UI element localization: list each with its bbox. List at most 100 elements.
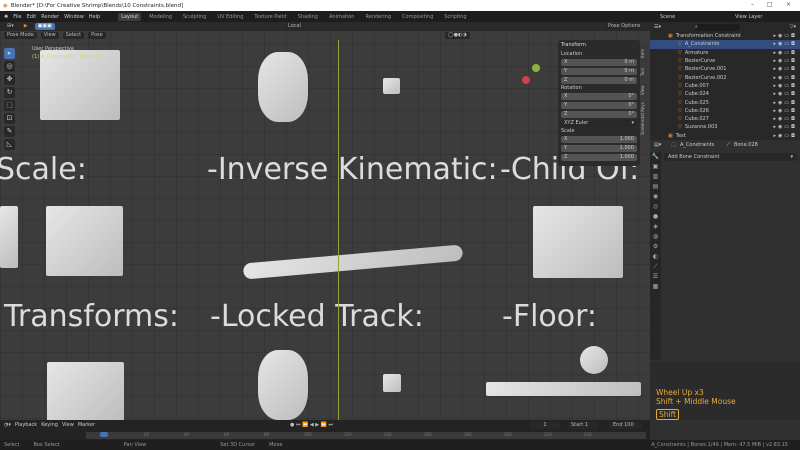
scale-icon[interactable]: ⬚ — [4, 100, 15, 111]
view-layer-selector[interactable]: View Layer — [735, 14, 762, 20]
orientation-dropdown[interactable]: Local — [285, 23, 304, 30]
menu-window[interactable]: Window — [64, 14, 84, 20]
select-mode-icon[interactable]: ▣▣▣ — [34, 23, 55, 30]
shading-buttons[interactable]: ◯●◐◑ — [445, 32, 470, 39]
3d-viewport[interactable]: ⊞▾ ▶ ▣▣▣ Local Pose Options Pose Mode Vi… — [0, 22, 650, 420]
end-frame-field[interactable]: End 100 — [610, 421, 642, 429]
transform-icon[interactable]: ⊡ — [4, 113, 15, 124]
timeline-scrubber[interactable]: 020406080100120140160180200220240 — [86, 432, 646, 439]
tab-uv-editing[interactable]: UV Editing — [214, 13, 246, 21]
menu-help[interactable]: Help — [89, 14, 100, 20]
pose-options-dropdown[interactable]: Pose Options — [605, 23, 644, 30]
outliner-search-input[interactable]: ⌕ — [695, 23, 740, 31]
close-button[interactable]: × — [786, 1, 791, 8]
visibility-icons[interactable]: ▸◉▭◘ — [773, 50, 797, 56]
editor-type-icon[interactable]: ◔▾ — [4, 422, 11, 428]
visibility-icons[interactable]: ▸◉▭◘ — [773, 108, 797, 114]
tab-tool[interactable]: Tool — [640, 64, 649, 80]
outliner-item[interactable]: ▽ Armature ▸◉▭◘ — [650, 49, 800, 57]
visibility-icons[interactable]: ▸◉▭◘ — [773, 133, 797, 139]
mode-dropdown[interactable]: Pose Mode — [4, 32, 37, 39]
move-icon[interactable]: ✥ — [4, 74, 15, 85]
filter-icon[interactable]: ▽▾ — [790, 24, 796, 30]
playback-controls[interactable]: ● ⏮ ⏪ ◀ ▶ ⏩ ⏭ — [290, 422, 333, 428]
visibility-icons[interactable]: ▸◉▭◘ — [773, 66, 797, 72]
outliner-item[interactable]: ▽ Cube.027 ▸◉▭◘ — [650, 115, 800, 123]
outliner-item[interactable]: ▽ Cube.026 ▸◉▭◘ — [650, 107, 800, 115]
editor-type-icon[interactable]: ▤▾ — [654, 142, 661, 148]
visibility-icons[interactable]: ▸◉▭◘ — [773, 75, 797, 81]
visibility-icons[interactable]: ▸◉▭◘ — [773, 83, 797, 89]
scale-y-field[interactable]: Y 1.000 — [561, 144, 637, 152]
visibility-icons[interactable]: ▸◉▭◘ — [773, 116, 797, 122]
menu-keying[interactable]: Keying — [41, 422, 58, 428]
transform-header[interactable]: Transform — [561, 42, 637, 48]
tab-view[interactable]: View — [640, 82, 649, 98]
menu-marker[interactable]: Marker — [78, 422, 95, 428]
rotation-z-field[interactable]: Z 0° — [561, 110, 637, 118]
rotation-x-field[interactable]: X 0° — [561, 92, 637, 100]
scene-selector[interactable]: Scene — [660, 14, 675, 20]
start-frame-field[interactable]: Start 1 — [568, 421, 598, 429]
menu-edit[interactable]: Edit — [27, 14, 37, 20]
outliner-item[interactable]: ▽ Cube.007 ▸◉▭◘ — [650, 82, 800, 90]
visibility-icons[interactable]: ▸◉▭◘ — [773, 100, 797, 106]
outliner-item[interactable]: ▣ Transformation Constraint ▸◉▭◘ — [650, 32, 800, 40]
outliner-item[interactable]: ▣ Text ▸◉▭◘ — [650, 132, 800, 140]
menu-view[interactable]: View — [40, 32, 59, 39]
menu-render[interactable]: Render — [41, 14, 59, 20]
location-y-field[interactable]: Y0 m — [561, 67, 637, 75]
visibility-icons[interactable]: ▸◉▭◘ — [773, 58, 797, 64]
rotation-y-field[interactable]: Y 0° — [561, 101, 637, 109]
tab-layout[interactable]: Layout — [118, 12, 142, 21]
cursor-icon[interactable]: ◎ — [4, 61, 15, 72]
small-cube-object[interactable] — [383, 78, 400, 94]
tab-item[interactable]: Item — [640, 44, 649, 62]
select-box-icon[interactable]: ▸ — [4, 48, 15, 59]
menu-file[interactable]: File — [13, 14, 21, 20]
menu-pose[interactable]: Pose — [88, 32, 106, 39]
add-bone-constraint-dropdown[interactable]: Add Bone Constraint ▾ — [664, 153, 797, 161]
outliner-item[interactable]: ▽ A_Constraints ▸◉▭◘ — [650, 40, 800, 49]
cube-object[interactable] — [47, 362, 124, 420]
tab-modeling[interactable]: Modeling — [146, 13, 175, 21]
tab-sculpting[interactable]: Sculpting — [180, 13, 209, 21]
scale-z-field[interactable]: Z 1.000 — [561, 153, 637, 161]
rotate-icon[interactable]: ↻ — [4, 87, 15, 98]
annotate-icon[interactable]: ✎ — [4, 126, 15, 137]
editor-type-button[interactable]: ⊞▾ — [4, 23, 17, 30]
outliner-item[interactable]: ▽ BezierCurve ▸◉▭◘ — [650, 57, 800, 65]
location-x-field[interactable]: X0 m — [561, 58, 637, 66]
outliner-item[interactable]: ▽ Cube.025 ▸◉▭◘ — [650, 98, 800, 106]
tab-compositing[interactable]: Compositing — [399, 13, 436, 21]
outliner-item[interactable]: ▽ Cube.024 ▸◉▭◘ — [650, 90, 800, 98]
tab-scripting[interactable]: Scripting — [441, 13, 469, 21]
cube-object[interactable] — [46, 206, 123, 276]
cube-object[interactable] — [40, 50, 120, 120]
playhead[interactable] — [100, 432, 108, 437]
maximize-button[interactable]: □ — [767, 1, 773, 8]
suzanne-object[interactable] — [258, 350, 308, 420]
minimize-button[interactable]: – — [751, 1, 754, 8]
menu-view[interactable]: View — [62, 422, 74, 428]
child-of-cubes[interactable] — [533, 206, 623, 278]
tab-shading[interactable]: Shading — [295, 13, 321, 21]
current-frame-field[interactable]: 1 — [530, 421, 560, 429]
small-cube-object[interactable] — [383, 374, 401, 392]
display-mode-icon[interactable]: ☰▾ — [654, 24, 661, 30]
blender-menu-icon[interactable]: ✺ — [4, 14, 8, 20]
rotation-mode-dropdown[interactable]: XYZ Euler ▾ — [561, 119, 637, 127]
outliner-item[interactable]: ▽ BezierCurve.002 ▸◉▭◘ — [650, 73, 800, 81]
floor-plane-object[interactable] — [486, 382, 641, 396]
measure-icon[interactable]: ◺ — [4, 139, 15, 150]
location-z-field[interactable]: Z0 m — [561, 76, 637, 84]
navigation-gizmo[interactable] — [522, 64, 552, 94]
visibility-icons[interactable]: ▸◉▭◘ — [773, 33, 797, 39]
tab-animation[interactable]: Animation — [326, 13, 358, 21]
menu-select[interactable]: Select — [62, 32, 85, 39]
outliner-item[interactable]: ▽ BezierCurve.001 ▸◉▭◘ — [650, 65, 800, 73]
play-icon[interactable]: ▶ — [20, 23, 31, 30]
sphere-object[interactable] — [580, 346, 608, 374]
visibility-icons[interactable]: ▸◉▭◘ — [773, 91, 797, 97]
tab-texture-paint[interactable]: Texture Paint — [251, 13, 289, 21]
